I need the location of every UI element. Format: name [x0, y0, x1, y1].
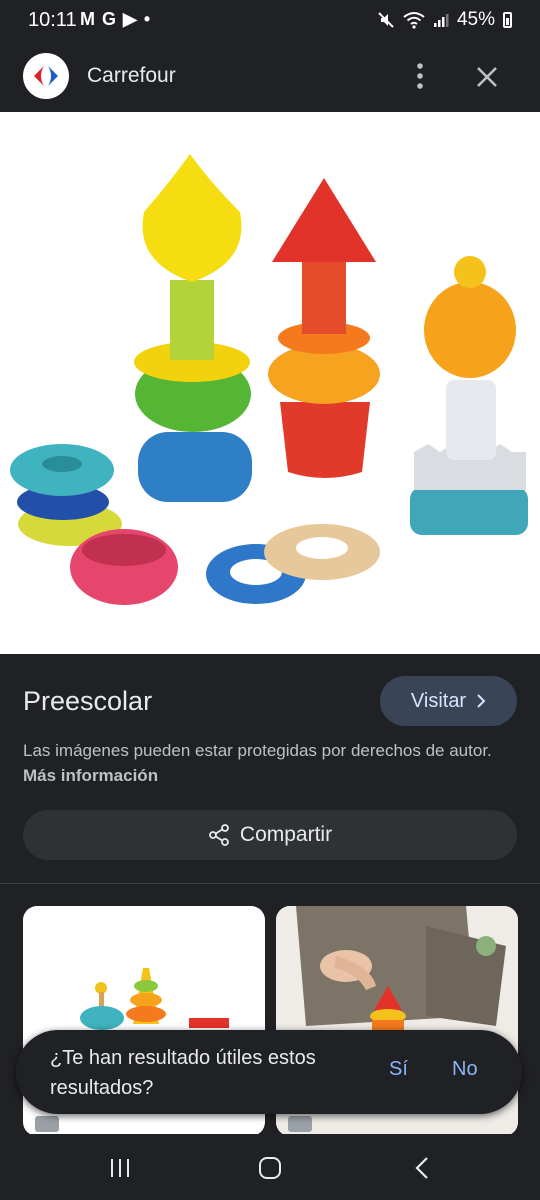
copyright-text: Las imágenes pueden estar protegidas por… — [23, 741, 492, 760]
share-label: Compartir — [239, 823, 333, 846]
result-title: Preescolar — [23, 686, 153, 716]
feedback-no-button[interactable]: No — [452, 1058, 478, 1081]
share-button[interactable]: Compartir — [23, 810, 517, 860]
recent-apps-icon[interactable] — [103, 1151, 137, 1185]
status-indicators: 45% — [377, 9, 512, 31]
chevron-right-icon — [477, 694, 486, 708]
feedback-prompt: ¿Te han resultado útiles estos resultado… — [16, 1030, 522, 1114]
share-icon — [209, 824, 229, 846]
feedback-question: ¿Te han resultado útiles estos resultado… — [50, 1047, 316, 1099]
battery-percent: 45% — [456, 9, 495, 30]
battery-icon — [503, 12, 512, 28]
tag-icon — [35, 1116, 59, 1132]
site-title[interactable]: Carrefour — [87, 64, 176, 88]
more-info-link[interactable]: Más información — [23, 766, 158, 785]
close-icon[interactable] — [470, 60, 504, 94]
back-icon[interactable] — [406, 1151, 440, 1185]
status-time: 10:11 — [28, 9, 77, 31]
carrefour-logo-icon[interactable] — [23, 53, 69, 99]
mute-icon — [378, 12, 394, 28]
notification-icons: M G ▶ • — [80, 9, 152, 29]
home-icon[interactable] — [253, 1151, 287, 1185]
wifi-icon — [403, 12, 425, 29]
system-nav-bar — [0, 1134, 540, 1200]
more-options-icon[interactable] — [405, 60, 435, 92]
copyright-notice: Las imágenes pueden estar protegidas por… — [23, 738, 503, 788]
visit-button[interactable]: Visitar — [380, 676, 517, 726]
product-image[interactable] — [0, 112, 540, 654]
top-bar: Carrefour — [0, 40, 540, 112]
tag-icon — [288, 1116, 312, 1132]
signal-icon — [433, 14, 449, 27]
feedback-yes-button[interactable]: Sí — [389, 1058, 408, 1081]
divider — [0, 883, 540, 884]
visit-label: Visitar — [410, 689, 467, 712]
status-bar: 10:11 M G ▶ • 45% — [0, 0, 540, 40]
